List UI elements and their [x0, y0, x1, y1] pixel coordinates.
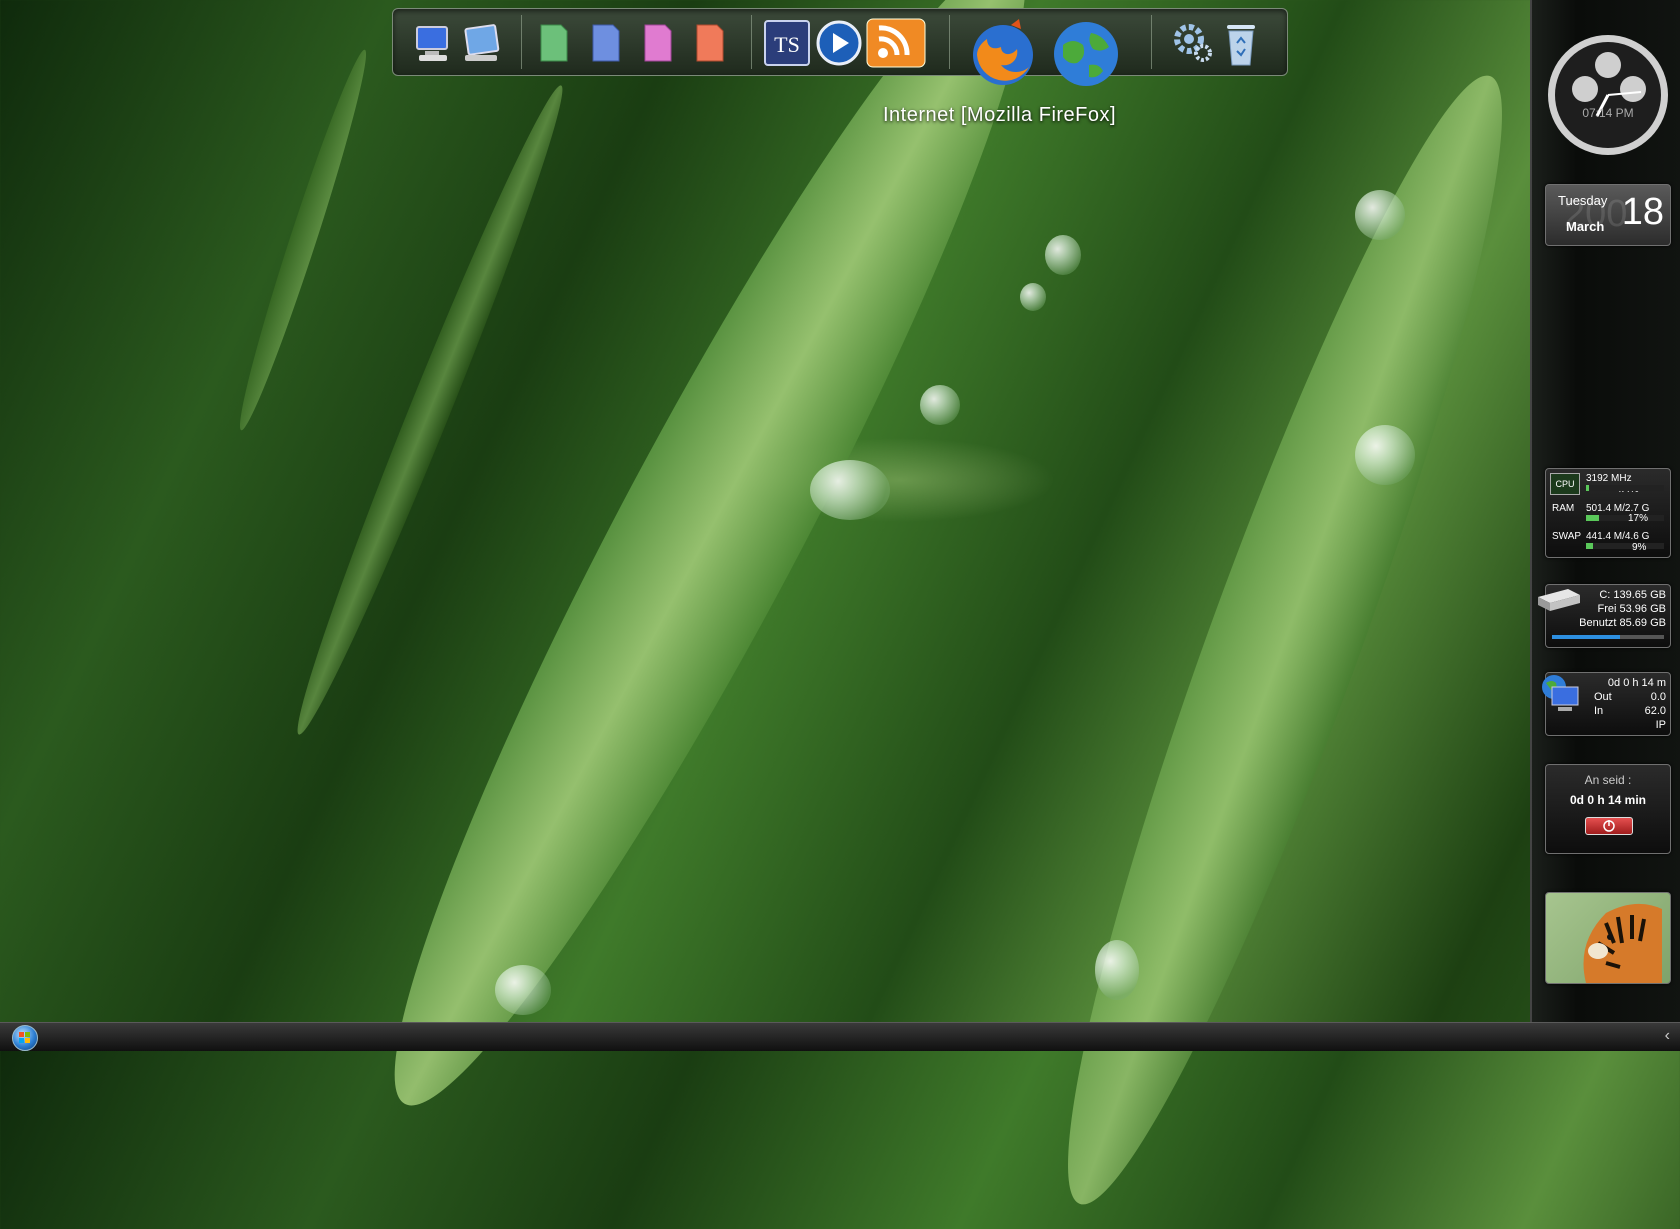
cpu-bar [1586, 485, 1664, 491]
cpu-mhz: 3192 MHz [1586, 473, 1632, 484]
grass-blade [1009, 50, 1561, 1229]
network-icon [1538, 673, 1584, 722]
media-player-icon[interactable] [815, 19, 863, 67]
swap-bar [1586, 543, 1664, 549]
ram-percent: 17% [1628, 513, 1649, 524]
calendar-day: 18 [1621, 191, 1664, 233]
swap-percent: 9% [1632, 542, 1647, 553]
water-drop [1045, 235, 1081, 275]
network-in-value: 62.0 [1644, 705, 1666, 717]
water-drop [1355, 425, 1415, 485]
calendar-weekday: Tuesday [1558, 193, 1608, 208]
uptime-value: 0d 0 h 14 min [1569, 793, 1647, 807]
grass-blade [280, 77, 580, 743]
swap-usage: 441.4 M/4.6 G [1586, 531, 1650, 542]
blue-folder-icon[interactable] [583, 21, 627, 65]
windows-logo-icon [19, 1032, 30, 1043]
dock-separator [521, 15, 522, 69]
uptime-title: An seid : [1584, 773, 1632, 787]
calendar-gadget[interactable]: 200 Tuesday March 18 [1545, 184, 1671, 246]
svg-text:TS: TS [774, 32, 800, 57]
drive-usage-bar [1552, 635, 1664, 639]
taskbar: ‹ [0, 1022, 1680, 1051]
dock-separator [1151, 15, 1152, 69]
slideshow-gadget[interactable] [1545, 892, 1671, 984]
cpu-icon: CPU [1550, 473, 1580, 495]
network-gadget[interactable]: 0d 0 h 14 m Out 0.0 In 62.0 IP [1542, 672, 1671, 736]
start-button[interactable] [12, 1025, 38, 1051]
grass-blade [325, 0, 1095, 1147]
uptime-gadget[interactable]: An seid : 0d 0 h 14 min [1545, 764, 1671, 854]
grass-blade [228, 45, 378, 435]
tiger-photo [1583, 903, 1662, 983]
network-out-value: 0.0 [1650, 691, 1666, 703]
network-out-label: Out [1594, 691, 1612, 703]
clock-face [1548, 35, 1668, 155]
drive-label: C: 139.65 GB [1599, 589, 1666, 601]
calendar-month: March [1566, 219, 1605, 234]
drive-used: Benutzt 85.69 GB [1579, 617, 1666, 629]
windows-sidebar: 07:14 PM 200 Tuesday March 18 CPU 3192 M… [1530, 0, 1680, 1022]
drive-free: Frei 53.96 GB [1597, 603, 1666, 615]
water-drop [1095, 940, 1139, 1000]
internet-globe-icon[interactable] [1051, 19, 1121, 89]
water-drop [920, 385, 960, 425]
network-ip-label: IP [1655, 719, 1666, 731]
swap-label: SWAP [1552, 531, 1582, 542]
application-dock: TS [392, 8, 1288, 86]
water-drop [495, 965, 551, 1015]
green-folder-icon[interactable] [531, 21, 575, 65]
water-drop [1020, 283, 1046, 311]
settings-gear-icon[interactable] [1171, 21, 1215, 65]
water-drop [1355, 190, 1405, 240]
orange-folder-icon[interactable] [687, 21, 731, 65]
tray-expand-arrow[interactable]: ‹ [1665, 1027, 1670, 1045]
network-uptime: 0d 0 h 14 m [1607, 677, 1666, 689]
hard-drive-icon [1534, 587, 1582, 618]
rss-feed-icon[interactable] [865, 17, 927, 69]
firefox-icon[interactable] [967, 15, 1041, 89]
ram-bar [1586, 515, 1664, 521]
ts-app-icon[interactable]: TS [763, 19, 811, 67]
dock-separator [949, 15, 950, 69]
water-drop [810, 460, 890, 520]
network-in-label: In [1594, 705, 1604, 717]
pink-folder-icon[interactable] [635, 21, 679, 65]
clock-time: 07:14 PM [1582, 106, 1634, 120]
ram-label: RAM [1552, 503, 1575, 514]
recycle-bin-icon[interactable] [1219, 19, 1263, 69]
my-computer-icon[interactable] [411, 21, 455, 65]
power-icon [1603, 820, 1615, 832]
shutdown-button[interactable] [1585, 817, 1633, 835]
drive-gadget[interactable]: C: 139.65 GB Frei 53.96 GB Benutzt 85.69… [1538, 584, 1671, 648]
clock-gadget[interactable]: 07:14 PM [1545, 32, 1671, 158]
dock-tooltip: Internet [Mozilla FireFox] [883, 104, 1117, 126]
system-monitor-gadget[interactable]: CPU 3192 MHz 4.4% RAM 501.4 M/2.7 G 17% … [1545, 468, 1671, 558]
control-panel-icon[interactable] [459, 21, 503, 65]
dock-separator [751, 15, 752, 69]
